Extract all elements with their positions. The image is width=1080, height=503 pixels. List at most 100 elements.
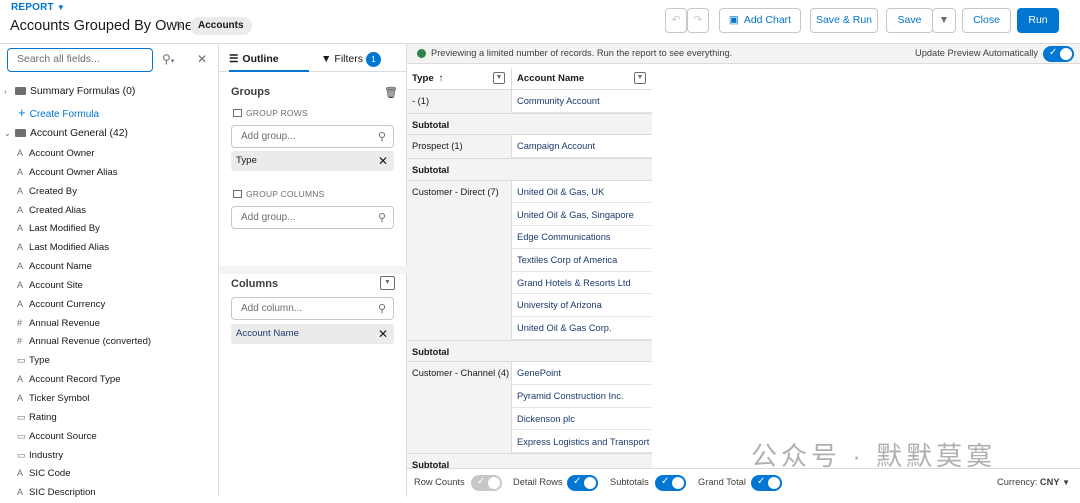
account-name-cell[interactable]: United Oil & Gas, Singapore xyxy=(512,204,652,227)
update-preview-toggle[interactable]: ✓ xyxy=(1043,46,1074,62)
group-row-pill[interactable]: Type ✕ xyxy=(231,151,394,171)
field-label: Account Source xyxy=(29,430,97,442)
subtotals-toggle[interactable]: ✓ xyxy=(655,475,686,491)
field-label: Created By xyxy=(29,185,77,197)
grand-total-label: Grand Total xyxy=(698,477,746,487)
account-name-cell[interactable]: Grand Hotels & Resorts Ltd xyxy=(512,272,652,295)
field-item[interactable]: # Annual Revenue xyxy=(0,314,219,333)
currency-label: Currency: xyxy=(997,477,1038,487)
field-item[interactable]: ▭ Industry xyxy=(0,446,219,465)
save-run-button[interactable]: Save & Run xyxy=(810,8,878,33)
filter-icon: ▼ xyxy=(321,53,332,65)
detail-rows-toggle[interactable]: ✓ xyxy=(567,475,598,491)
field-item[interactable]: A Account Owner Alias xyxy=(0,163,219,182)
add-chart-button[interactable]: ▣ Add Chart xyxy=(719,8,801,33)
preview-notice: Previewing a limited number of records. … xyxy=(407,44,1080,64)
column-menu-icon[interactable]: ▼ xyxy=(634,72,646,84)
field-item[interactable]: # Annual Revenue (converted) xyxy=(0,332,219,351)
undo-button[interactable]: ↶ xyxy=(665,8,687,33)
tab-filters[interactable]: ▼ Filters 1 xyxy=(321,44,401,72)
group-cell: Customer - Direct (7) xyxy=(407,180,512,340)
field-item[interactable]: ▭ Account Source xyxy=(0,427,219,446)
redo-button[interactable]: ↷ xyxy=(687,8,709,33)
create-formula-link[interactable]: + Create Formula xyxy=(0,102,219,123)
field-item[interactable]: A Last Modified By xyxy=(0,219,219,238)
account-name-cell[interactable]: Campaign Account xyxy=(512,135,652,159)
panel-tabs: ☰ Outline ▼ Filters 1 xyxy=(219,44,407,72)
account-name-cell[interactable]: United Oil & Gas, UK xyxy=(512,181,652,204)
field-label: SIC Code xyxy=(29,468,71,480)
remove-icon[interactable]: ✕ xyxy=(378,151,388,171)
field-item[interactable]: A Account Name xyxy=(0,257,219,276)
account-name-cell[interactable]: Edge Communications xyxy=(512,226,652,249)
column-header-account-label: Account Name xyxy=(517,73,585,84)
field-item[interactable]: A SIC Code xyxy=(0,464,219,483)
search-icon: ⚲ xyxy=(377,303,386,315)
close-button[interactable]: Close xyxy=(962,8,1011,33)
account-name-cell[interactable]: Textiles Corp of America xyxy=(512,249,652,272)
currency-selector[interactable]: Currency: CNY ▼ xyxy=(997,477,1070,487)
field-item[interactable]: A Account Site xyxy=(0,276,219,295)
picklist-field-icon: ▭ xyxy=(17,449,26,460)
add-group-row-input[interactable]: Add group... ⚲ xyxy=(231,125,394,148)
edit-title-icon[interactable]: ✎ xyxy=(174,19,183,32)
trash-icon[interactable]: 🗑 xyxy=(384,86,398,99)
add-group-column-placeholder: Add group... xyxy=(241,212,296,223)
folder-summary-formulas[interactable]: › Summary Formulas (0) xyxy=(0,81,219,102)
account-name-cell[interactable]: Pyramid Construction Inc. xyxy=(512,385,652,408)
field-label: Rating xyxy=(29,411,57,423)
column-header-type[interactable]: Type ↑ ▼ xyxy=(407,68,512,90)
groups-title: Groups xyxy=(231,86,271,98)
account-name-cell[interactable]: University of Arizona xyxy=(512,294,652,317)
field-item[interactable]: A Account Owner xyxy=(0,144,219,163)
column-menu-icon[interactable]: ▼ xyxy=(493,72,505,84)
list-icon: ☰ xyxy=(229,53,239,65)
add-column-input[interactable]: Add column... ⚲ xyxy=(231,297,394,320)
field-label: Ticker Symbol xyxy=(29,392,90,404)
tab-outline[interactable]: ☰ Outline xyxy=(229,44,309,72)
search-fields-input[interactable]: Search all fields... xyxy=(7,48,153,72)
field-label: Annual Revenue (converted) xyxy=(29,336,152,348)
field-item[interactable]: ▭ Type xyxy=(0,351,219,370)
check-icon: ✓ xyxy=(757,476,766,487)
field-item[interactable]: A Last Modified Alias xyxy=(0,238,219,257)
create-formula-label: Create Formula xyxy=(29,109,100,120)
save-options-button[interactable]: ▼ xyxy=(932,8,956,33)
check-icon: ✓ xyxy=(477,476,486,487)
folder-account-general[interactable]: ⌄ Account General (42) xyxy=(0,123,219,144)
columns-title: Columns xyxy=(231,278,279,290)
field-label: Account Currency xyxy=(29,298,106,310)
remove-icon[interactable]: ✕ xyxy=(378,324,388,344)
text-field-icon: A xyxy=(17,261,24,272)
account-name-cell[interactable]: GenePoint xyxy=(512,362,652,386)
close-panel-icon[interactable]: ✕ xyxy=(197,52,207,66)
column-header-account-name[interactable]: Account Name ▼ xyxy=(512,68,652,90)
account-name-cell[interactable]: United Oil & Gas Corp. xyxy=(512,317,652,340)
field-item[interactable]: A Ticker Symbol xyxy=(0,389,219,408)
section-divider xyxy=(219,266,407,274)
field-item[interactable]: A Created By xyxy=(0,182,219,201)
subtotal-row: Subtotal xyxy=(407,158,652,181)
run-button[interactable]: Run xyxy=(1017,8,1059,33)
row-counts-toggle[interactable]: ✓ xyxy=(471,475,502,491)
report-type-menu[interactable]: REPORT ▼ xyxy=(11,2,65,13)
search-options-icon[interactable]: ⚲▾ xyxy=(162,52,174,66)
field-item[interactable]: ▭ Rating xyxy=(0,408,219,427)
columns-menu-icon[interactable]: ▼ xyxy=(380,276,395,290)
text-field-icon: A xyxy=(17,185,24,196)
account-name-cell[interactable]: Dickenson plc xyxy=(512,408,652,431)
account-name-cell[interactable]: Express Logistics and Transport xyxy=(512,431,652,454)
field-item[interactable]: A Account Record Type xyxy=(0,370,219,389)
add-group-column-input[interactable]: Add group... ⚲ xyxy=(231,206,394,229)
field-item[interactable]: A SIC Description xyxy=(0,483,219,502)
column-pill[interactable]: Account Name ✕ xyxy=(231,324,394,344)
grand-total-toggle[interactable]: ✓ xyxy=(751,475,782,491)
report-preview: Previewing a limited number of records. … xyxy=(407,44,1080,497)
field-item[interactable]: A Account Currency xyxy=(0,295,219,314)
field-item[interactable]: A Created Alias xyxy=(0,201,219,220)
save-button[interactable]: Save xyxy=(886,8,933,33)
picklist-field-icon: ▭ xyxy=(17,411,26,422)
group-cell: Prospect (1) xyxy=(407,135,512,159)
field-label: Last Modified By xyxy=(29,223,100,235)
account-name-cell[interactable]: Community Account xyxy=(512,90,652,113)
